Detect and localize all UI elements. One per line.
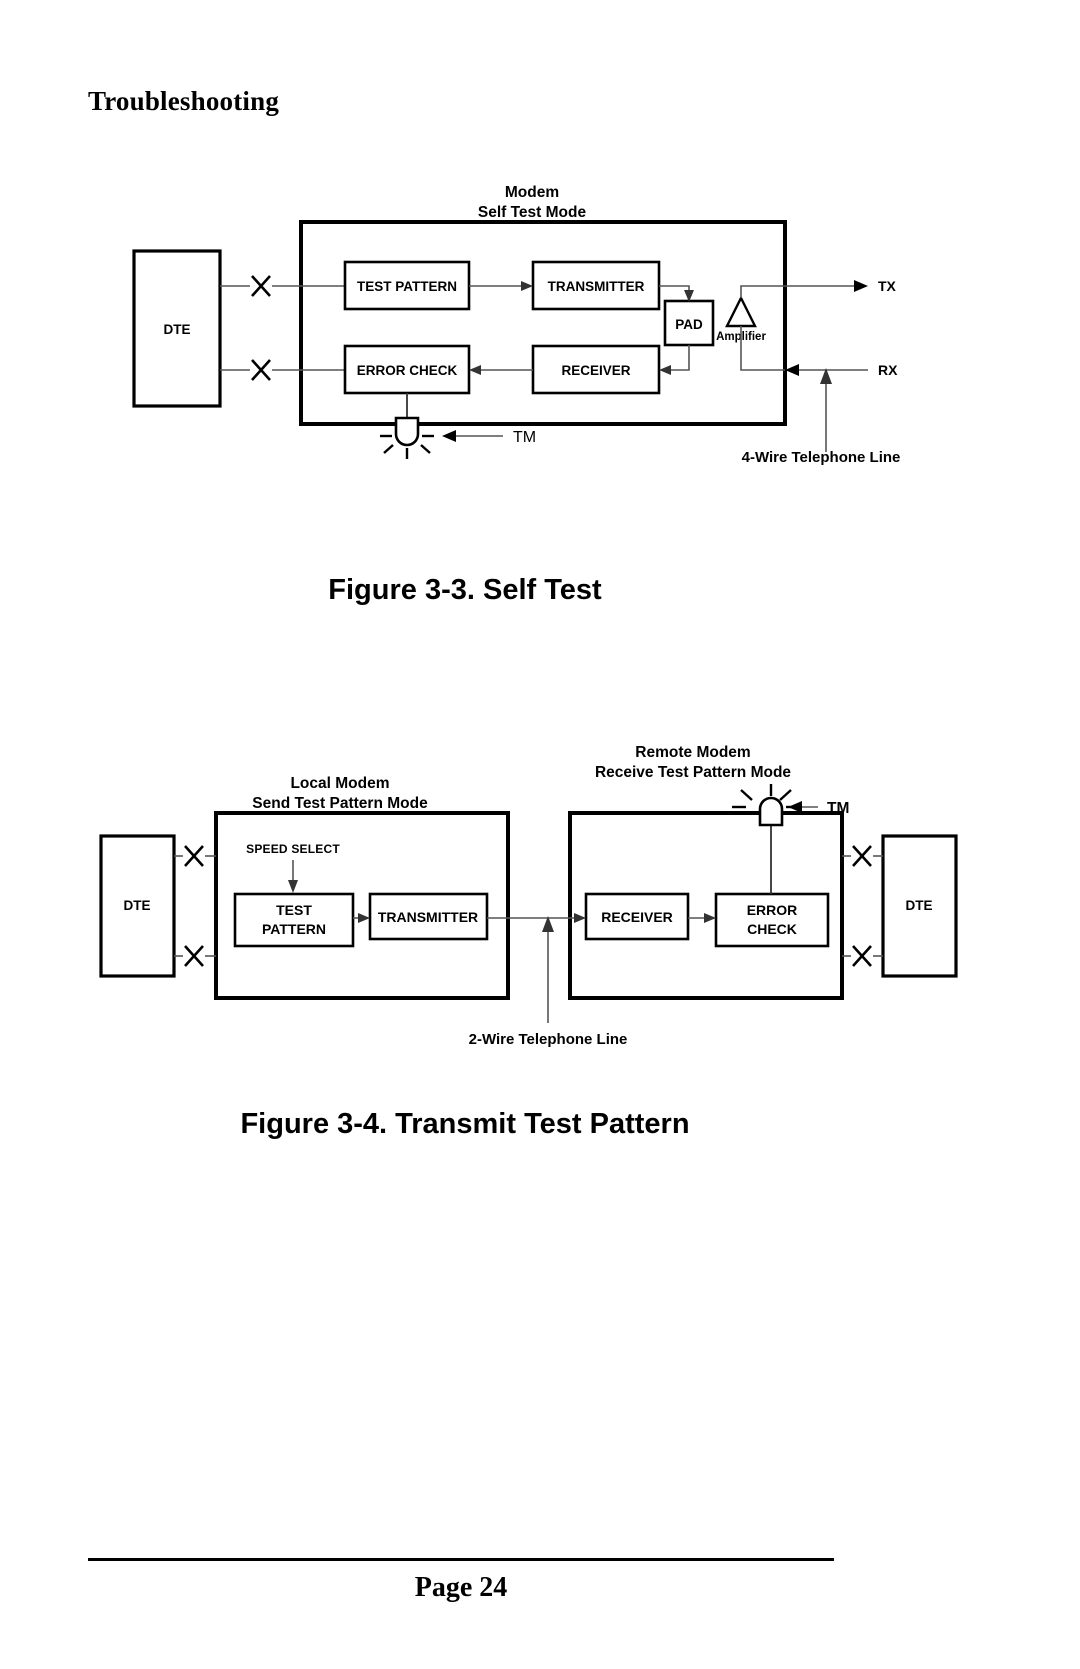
block-test-pattern-label: TEST PATTERN (357, 279, 457, 294)
arrowhead-to-errorcheck (469, 365, 481, 375)
arrowhead-to-receiver (574, 913, 586, 923)
break-x-icon-left-lower (184, 945, 204, 967)
local-modem-title-line1: Local Modem (290, 775, 389, 792)
footer-page-number: Page 24 (414, 1572, 508, 1603)
local-modem-title-line2: Send Test Pattern Mode (252, 795, 428, 812)
figure-transmit-test-pattern-caption: Figure 3-4. Transmit Test Pattern (240, 1108, 690, 1140)
arrowhead-to-transmitter (521, 281, 533, 291)
tm-led-icon (394, 416, 420, 447)
modem-title-line1: Modem (505, 184, 559, 201)
label-tx: TX (878, 278, 897, 294)
block-transmitter-label: TRANSMITTER (548, 279, 645, 294)
block-error-check-label-line1: ERROR (747, 902, 798, 918)
block-pad-label: PAD (675, 317, 703, 332)
figure-self-test: Modem Self Test Mode DTE TEST PATTERN TR… (0, 160, 1080, 500)
arrowhead-tm-callout (442, 430, 456, 442)
block-transmitter-label: TRANSMITTER (378, 909, 478, 925)
dte-left-label: DTE (124, 898, 151, 913)
footer-divider (88, 1558, 834, 1561)
break-x-icon-left-upper (184, 845, 204, 867)
block-test-pattern-label-line2: PATTERN (262, 921, 326, 937)
remote-modem-title-line1: Remote Modem (635, 744, 750, 761)
block-test-pattern-label-line1: TEST (276, 902, 312, 918)
page-title: Troubleshooting (88, 86, 280, 116)
figure-transmit-test-pattern: Local Modem Send Test Pattern Mode Remot… (0, 728, 1080, 1058)
arrowhead-rx (785, 364, 799, 376)
arrowhead-pad-to-receiver (659, 365, 671, 375)
label-speed-select: SPEED SELECT (246, 842, 340, 856)
label-4-wire-telephone-line: 4-Wire Telephone Line (742, 449, 901, 466)
figure-transmit-test-pattern-diagram: Local Modem Send Test Pattern Mode Remot… (99, 744, 958, 1048)
figure-self-test-diagram: Modem Self Test Mode DTE TEST PATTERN TR… (132, 184, 901, 466)
break-x-icon-right-upper (852, 845, 872, 867)
arrowhead-to-errorcheck (704, 913, 716, 923)
remote-modem-title-line2: Receive Test Pattern Mode (595, 764, 791, 781)
wire-amplifier-to-tx (740, 285, 785, 298)
figure-self-test-caption: Figure 3-3. Self Test (328, 574, 602, 606)
amplifier-icon (725, 295, 757, 328)
label-tm: TM (827, 800, 849, 817)
break-x-icon-tx (251, 275, 271, 297)
wire-pad-to-receiver (671, 345, 690, 371)
arrowhead-tx (854, 280, 868, 292)
tm-led-icon (758, 796, 784, 827)
block-receiver-label: RECEIVER (601, 909, 673, 925)
arrowhead-speed-select (288, 880, 298, 893)
break-x-icon-rx (251, 359, 271, 381)
block-error-check-label-line2: CHECK (747, 921, 797, 937)
arrowhead-to-transmitter (358, 913, 370, 923)
label-2-wire-telephone-line: 2-Wire Telephone Line (469, 1031, 628, 1048)
document-page: Troubleshooting Modem Self Test Mode DTE (0, 0, 1080, 1669)
label-rx: RX (878, 362, 898, 378)
label-tm: TM (513, 429, 536, 446)
modem-title-line2: Self Test Mode (478, 204, 587, 221)
break-x-icon-right-lower (852, 945, 872, 967)
block-receiver-label: RECEIVER (561, 363, 630, 378)
dte-label: DTE (164, 322, 191, 337)
block-error-check-label: ERROR CHECK (357, 363, 458, 378)
dte-right-label: DTE (906, 898, 933, 913)
